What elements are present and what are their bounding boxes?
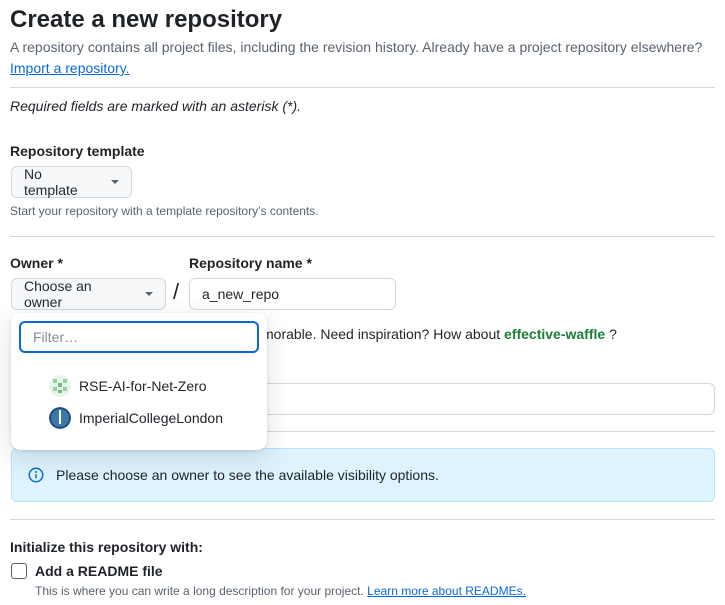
name-suggestion-link[interactable]: effective-waffle	[504, 326, 605, 342]
divider	[10, 519, 715, 520]
chevron-down-icon	[111, 180, 119, 184]
owner-option-label: RSE-AI-for-Net-Zero	[79, 378, 207, 394]
owner-select-button[interactable]: Choose an owner	[11, 278, 166, 310]
owner-repo-separator: /	[173, 279, 180, 304]
owner-filter-input[interactable]: Filter…	[19, 321, 259, 353]
owner-label: Owner *	[10, 255, 63, 271]
repo-name-input[interactable]: a_new_repo	[189, 278, 396, 310]
owner-option-rse-ai[interactable]: RSE-AI-for-Net-Zero	[49, 375, 207, 397]
visibility-notice-text: Please choose an owner to see the availa…	[56, 467, 439, 483]
chevron-down-icon	[145, 292, 153, 296]
readme-help: This is where you can write a long descr…	[35, 584, 526, 598]
info-icon	[28, 467, 44, 483]
page-title: Create a new repository	[10, 6, 283, 33]
divider	[10, 87, 715, 88]
template-help: Start your repository with a template re…	[10, 204, 319, 218]
imperial-logo-icon	[49, 407, 71, 429]
required-note: Required fields are marked with an aster…	[10, 98, 302, 114]
readme-help-text: This is where you can write a long descr…	[35, 584, 364, 598]
divider	[10, 236, 715, 237]
owner-option-label: ImperialCollegeLondon	[79, 410, 223, 426]
identicon-icon	[49, 375, 71, 397]
import-repository-link[interactable]: Import a repository.	[10, 60, 130, 76]
template-select-button[interactable]: No template	[11, 166, 132, 198]
visibility-notice: Please choose an owner to see the availa…	[11, 448, 715, 502]
template-select-label: No template	[24, 166, 78, 198]
owner-dropdown: Filter… RSE-AI-for-Net-Zero ImperialColl…	[11, 313, 267, 450]
readme-checkbox[interactable]	[11, 563, 27, 579]
template-label: Repository template	[10, 143, 145, 159]
page-description: A repository contains all project files,…	[10, 39, 720, 55]
repo-name-label: Repository name *	[189, 255, 312, 271]
initialize-heading: Initialize this repository with:	[10, 539, 203, 555]
readme-label[interactable]: Add a README file	[35, 563, 163, 579]
import-repository-link-wrap: Import a repository.	[10, 60, 130, 76]
owner-option-imperial[interactable]: ImperialCollegeLondon	[49, 407, 223, 429]
page-description-text: A repository contains all project files,…	[10, 39, 703, 55]
name-hint: morable. Need inspiration? How about eff…	[262, 326, 617, 342]
owner-select-label: Choose an owner	[24, 278, 92, 310]
name-hint-text: morable. Need inspiration? How about	[262, 326, 501, 342]
name-hint-suffix: ?	[609, 326, 617, 342]
readme-learn-more-link[interactable]: Learn more about READMEs.	[367, 584, 526, 598]
